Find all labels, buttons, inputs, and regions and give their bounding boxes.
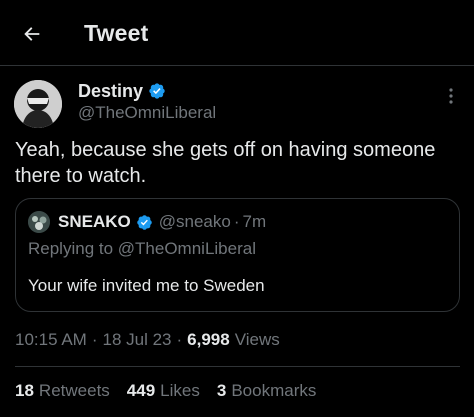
quote-verified-badge-icon (136, 214, 153, 231)
verified-badge-icon (148, 82, 166, 100)
quote-author-handle: @sneako (158, 212, 231, 231)
bookmarks-label: Bookmarks (231, 381, 317, 400)
retweets-label: Retweets (38, 381, 110, 400)
author-avatar[interactable] (14, 80, 62, 128)
divider (15, 366, 460, 367)
bookmarks-count: 3 (216, 381, 227, 400)
page-title: Tweet (84, 20, 149, 46)
views-count: 6,998 (187, 330, 230, 349)
likes-label: Likes (160, 381, 200, 400)
meta-separator: · (91, 330, 98, 349)
tweet-meta: 10:15 AM · 18 Jul 23 · 6,998 Views (15, 330, 280, 350)
retweets-stat[interactable]: 18 Retweets (15, 381, 110, 401)
likes-count: 449 (126, 381, 156, 400)
tweet-text: Yeah, because she gets off on having som… (15, 139, 436, 187)
author-name-row: Destiny (78, 80, 166, 102)
quote-header: SNEAKO @sneako · 7m (58, 210, 266, 234)
back-button[interactable] (16, 18, 48, 50)
quoted-tweet-card[interactable]: SNEAKO @sneako · 7m Replying to @TheOmni… (15, 198, 460, 312)
arrow-left-icon (24, 27, 40, 41)
quote-time: 7m (242, 212, 267, 231)
tweet-time[interactable]: 10:15 AM (15, 330, 87, 350)
meta-separator: · (176, 330, 183, 349)
retweets-count: 18 (15, 381, 34, 400)
quote-author-avatar[interactable] (28, 211, 50, 233)
author-name[interactable]: Destiny (78, 81, 143, 102)
top-bar: Tweet (0, 0, 474, 66)
author-handle[interactable]: @TheOmniLiberal (78, 103, 216, 123)
quote-text: Your wife invited me to Sweden (28, 276, 265, 295)
quote-replying-to: Replying to @TheOmniLiberal (28, 239, 256, 258)
more-vertical-icon (449, 88, 453, 104)
likes-stat[interactable]: 449 Likes (127, 381, 200, 401)
more-options-button[interactable] (441, 86, 461, 106)
quote-author-name: SNEAKO (58, 212, 131, 231)
bookmarks-stat[interactable]: 3 Bookmarks (217, 381, 317, 401)
views-label: Views (234, 330, 280, 349)
quote-separator: · (233, 212, 240, 231)
tweet-date[interactable]: 18 Jul 23 (103, 330, 172, 350)
engagement-stats: 18 Retweets 449 Likes 3 Bookmarks (15, 381, 333, 401)
